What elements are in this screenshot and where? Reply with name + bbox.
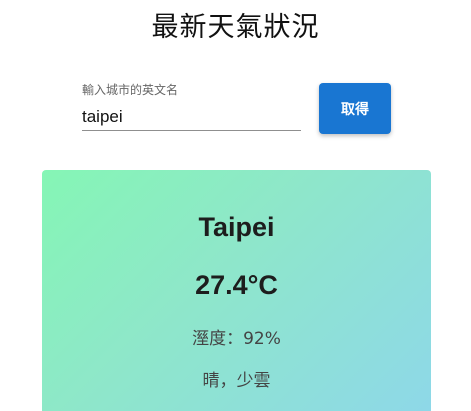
temperature-value: 27.4°C bbox=[195, 270, 278, 300]
city-input-label: 輸入城市的英文名 bbox=[82, 83, 179, 97]
city-input-field[interactable]: 輸入城市的英文名 bbox=[82, 82, 301, 133]
page-title: 最新天氣狀況 bbox=[151, 12, 320, 43]
humidity-text: 溼度：92% bbox=[192, 329, 281, 349]
weather-condition: 晴，少雲 bbox=[202, 371, 271, 391]
fetch-weather-button[interactable]: 取得 bbox=[319, 83, 391, 134]
weather-card: Taipei 27.4°C 溼度：92% 晴，少雲 bbox=[42, 170, 431, 411]
city-name: Taipei bbox=[198, 212, 275, 242]
city-input[interactable] bbox=[82, 104, 301, 131]
